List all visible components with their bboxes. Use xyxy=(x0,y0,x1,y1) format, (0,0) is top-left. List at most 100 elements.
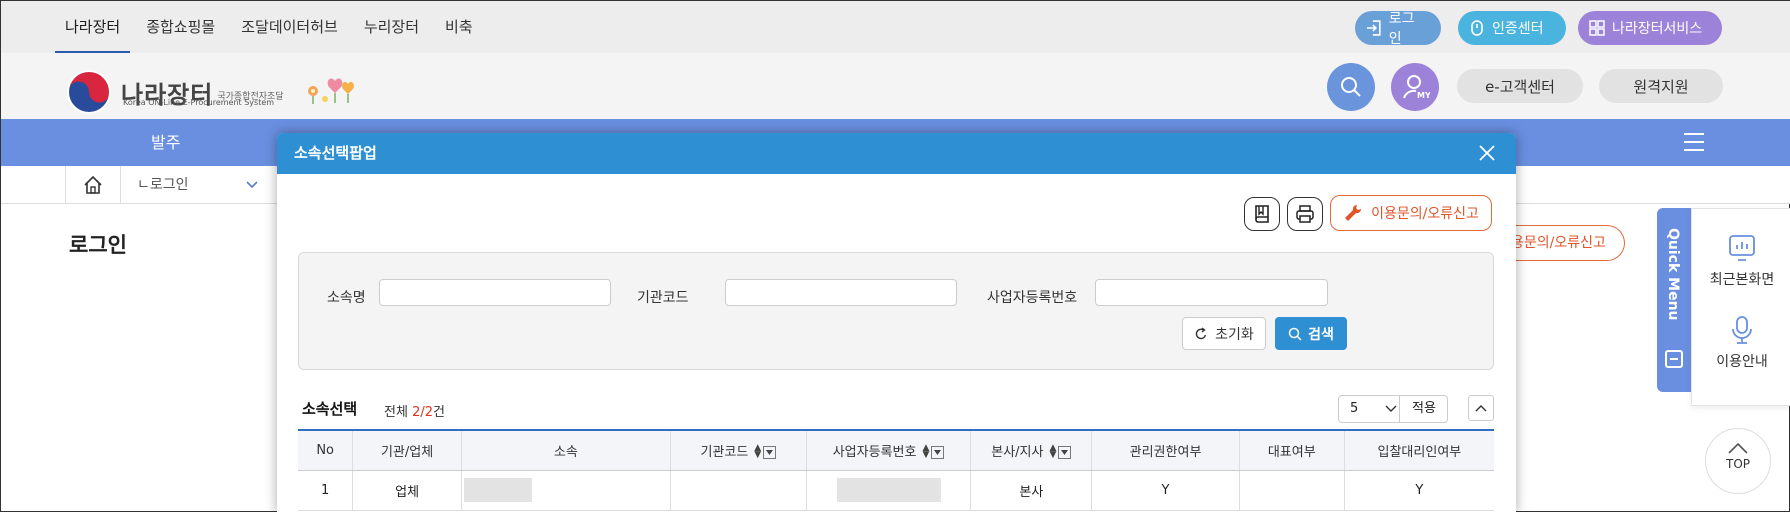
my-page-button[interactable]: MY xyxy=(1391,63,1439,111)
scroll-top-label: TOP xyxy=(1725,457,1750,471)
user-icon: MY xyxy=(1403,75,1430,100)
site-header: 나라장터 국가종합전자조달 Korea ON-Line E-Procuremen… xyxy=(1,53,1790,119)
header-search-button[interactable] xyxy=(1327,63,1375,111)
table-row[interactable]: 1 업체 본사 Y Y xyxy=(298,470,1494,511)
affiliation-table: No 기관/업체 소속 기관코드 ▲ ▼ 사업자등록번호 ▲ ▼ 본사/지사 ▲ ▼ 관리권… xyxy=(298,429,1494,511)
cell-hq: 본사 xyxy=(970,470,1093,511)
quick-menu-panel: 최근본화면 이용안내 xyxy=(1691,208,1790,406)
topnav-item-narajangteo[interactable]: 나라장터 xyxy=(54,1,131,53)
hamburger-menu-icon[interactable] xyxy=(1683,132,1705,152)
quick-menu-tab[interactable]: Quick Menu xyxy=(1657,208,1691,392)
filter-dropdown-icon xyxy=(763,445,777,459)
remote-support-button[interactable]: 원격지원 xyxy=(1599,69,1723,103)
page-size-value: 5 xyxy=(1350,401,1359,416)
login-icon xyxy=(1366,20,1381,36)
print-button[interactable] xyxy=(1287,197,1323,231)
search-panel: 소속명 기관코드 사업자등록번호 초기화 검색 xyxy=(298,252,1494,370)
reset-label: 초기화 xyxy=(1215,326,1254,343)
page-title: 로그인 xyxy=(69,233,127,257)
col-header-affiliation: 소속 xyxy=(461,429,671,471)
business-number-label: 사업자등록번호 xyxy=(987,290,1078,306)
reset-button[interactable]: 초기화 xyxy=(1182,317,1266,350)
search-icon xyxy=(1341,77,1361,97)
chevron-down-icon[interactable] xyxy=(245,178,259,192)
login-label: 로그인 xyxy=(1388,11,1415,47)
wrench-icon xyxy=(1345,204,1362,221)
col-header-hq: 본사/지사 ▲ ▼ xyxy=(970,429,1093,471)
book-icon xyxy=(1255,205,1269,223)
home-icon xyxy=(84,175,102,194)
col-header-admin: 관리권한여부 xyxy=(1091,429,1240,471)
cell-admin: Y xyxy=(1091,470,1240,511)
cell-rep xyxy=(1239,470,1345,511)
popup-title: 소속선택팝업 xyxy=(294,144,377,162)
logo-english: Korea ON-Line E-Procurement System xyxy=(123,98,275,107)
agency-code-label: 기관코드 xyxy=(637,290,689,306)
close-icon[interactable] xyxy=(1478,144,1496,162)
topnav-item-shopping-mall[interactable]: 종합쇼핑몰 xyxy=(146,1,215,53)
agency-code-input[interactable] xyxy=(725,279,957,306)
popup-header: 소속선택팝업 xyxy=(277,133,1516,174)
menu-item-order[interactable]: 발주 xyxy=(151,119,180,166)
collapse-button[interactable] xyxy=(1468,395,1494,421)
quick-recent-item[interactable]: 최근본화면 xyxy=(1692,233,1790,289)
col-header-bizno: 사업자등록번호 ▲ ▼ xyxy=(806,429,972,471)
report-error-label: 이용문의/오류신고 xyxy=(1371,206,1479,222)
search-icon xyxy=(1288,327,1302,341)
microphone-icon xyxy=(1732,316,1752,344)
quick-guide-item[interactable]: 이용안내 xyxy=(1692,315,1790,371)
list-count: 전체 2/2건 xyxy=(384,401,445,420)
col-header-agent: 입찰대리인여부 xyxy=(1344,429,1494,471)
login-button[interactable]: 로그인 xyxy=(1355,11,1441,47)
background-report-button[interactable]: 용문의/오류신고 xyxy=(1509,225,1625,261)
page-size-select[interactable]: 5 적용 xyxy=(1338,395,1448,423)
customer-center-button[interactable]: e-고객센터 xyxy=(1457,69,1583,103)
topnav-item-data-hub[interactable]: 조달데이터허브 xyxy=(241,1,338,53)
affiliation-name-input[interactable] xyxy=(379,279,611,306)
col-header-code: 기관코드 ▲ ▼ xyxy=(670,429,807,471)
filter-dropdown-icon xyxy=(1058,445,1072,459)
sort-arrows-icon: ▲ ▼ xyxy=(922,443,930,461)
affiliation-select-popup: 소속선택팝업 이용문의/오류신고 소속명 기관코드 사업자등록번호 초기화 검색… xyxy=(277,133,1516,512)
sort-filter-control[interactable]: ▲ ▼ xyxy=(754,444,777,460)
list-count-prefix: 전체 xyxy=(384,405,408,420)
list-count-number: 2/2 xyxy=(412,405,433,420)
col-header-rep: 대표여부 xyxy=(1239,429,1345,471)
cert-center-button[interactable]: 인증센터 xyxy=(1458,11,1566,45)
home-button[interactable] xyxy=(65,166,121,204)
minimize-icon[interactable] xyxy=(1665,350,1683,368)
power-icon xyxy=(1471,20,1483,36)
apply-button[interactable]: 적용 xyxy=(1399,396,1448,422)
topnav-item-nuri[interactable]: 누리장터 xyxy=(364,1,419,53)
service-button[interactable]: 나라장터서비스 xyxy=(1578,11,1722,45)
topnav-item-stockpile[interactable]: 비축 xyxy=(445,1,473,53)
cell-bizno xyxy=(806,470,972,511)
col-header-code-label: 기관코드 xyxy=(700,444,749,460)
col-header-hq-label: 본사/지사 xyxy=(991,444,1044,460)
chevron-down-icon xyxy=(1385,405,1397,412)
report-error-button[interactable]: 이용문의/오류신고 xyxy=(1330,195,1492,231)
redacted-block xyxy=(463,478,532,502)
cert-center-label: 인증센터 xyxy=(1492,21,1544,37)
quick-menu-label: Quick Menu xyxy=(1665,228,1681,321)
cell-agent: Y xyxy=(1344,470,1494,511)
col-header-no: No xyxy=(298,429,354,471)
cell-affiliation xyxy=(461,470,671,511)
sort-arrows-icon: ▲ ▼ xyxy=(1049,443,1057,461)
scroll-top-button[interactable]: TOP xyxy=(1705,428,1771,494)
list-title: 소속선택 xyxy=(302,400,358,418)
service-label: 나라장터서비스 xyxy=(1612,21,1703,37)
site-logo[interactable]: 나라장터 국가종합전자조달 Korea ON-Line E-Procuremen… xyxy=(65,68,284,116)
grid-icon xyxy=(1589,20,1605,36)
search-button[interactable]: 검색 xyxy=(1275,317,1347,350)
manual-button[interactable] xyxy=(1244,197,1280,231)
quick-recent-label: 최근본화면 xyxy=(1709,272,1775,288)
chevron-up-icon xyxy=(1728,442,1748,454)
breadcrumb-location[interactable]: ㄴ로그인 xyxy=(137,166,189,204)
col-header-bizno-label: 사업자등록번호 xyxy=(832,444,917,460)
sort-filter-control[interactable]: ▲ ▼ xyxy=(1049,443,1072,461)
sort-filter-control[interactable]: ▲ ▼ xyxy=(922,443,945,461)
refresh-icon xyxy=(1195,326,1207,339)
business-number-input[interactable] xyxy=(1095,279,1328,306)
cell-no: 1 xyxy=(298,470,354,511)
